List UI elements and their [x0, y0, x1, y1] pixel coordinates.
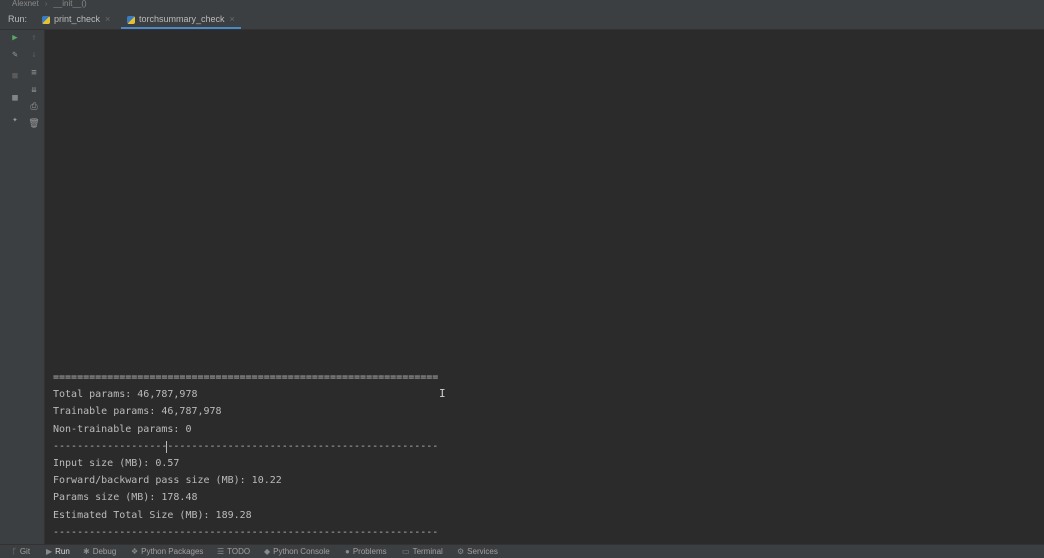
toolwindow-git[interactable]: ᚴ Git — [12, 546, 30, 557]
print-icon[interactable]: ⎙ — [28, 101, 40, 113]
run-toolbar: ▶ ↑ ✎ ↓ ■ ≡ ▦ ⇊ ⎙ ✦ 🗑 — [0, 30, 45, 544]
toolwindow-services[interactable]: ⚙ Services — [457, 546, 498, 557]
toolwindow-label: Terminal — [412, 547, 443, 556]
toolwindow-python-console[interactable]: ◆ Python Console — [264, 546, 330, 557]
pin-icon[interactable]: ✦ — [9, 114, 21, 126]
warning-icon: ● — [345, 547, 350, 556]
toolwindow-todo[interactable]: ☰ TODO — [217, 546, 250, 557]
toolwindow-problems[interactable]: ● Problems — [345, 546, 387, 557]
git-branch-icon: ᚴ — [12, 547, 17, 556]
close-icon[interactable]: × — [105, 14, 110, 24]
console-output[interactable]: ReLU-2[-1, 96, 54, 54]0MaxPool2d-3[-1, 9… — [45, 30, 1044, 544]
total-params: Total params: 46,787,978 — [53, 389, 198, 401]
toolwindow-label: Services — [467, 547, 498, 556]
summary-block: ========================================… — [53, 369, 438, 541]
toolwindow-terminal[interactable]: ▭ Terminal — [402, 546, 443, 557]
scroll-to-end-icon[interactable]: ⇊ — [28, 84, 40, 96]
wrench-icon[interactable]: ✎ — [9, 49, 21, 61]
stop-icon[interactable]: ■ — [9, 70, 21, 82]
python-file-icon — [42, 15, 50, 24]
non-trainable-params: Non-trainable params: 0 — [53, 423, 192, 435]
tab-label: torchsummary_check — [139, 14, 225, 24]
separator-dash-end: ----------------------------------------… — [53, 526, 439, 538]
run-tool-window-header: Run: print_check × torchsummary_check × — [0, 10, 1044, 30]
python-icon: ◆ — [264, 547, 271, 556]
close-icon[interactable]: × — [230, 14, 235, 24]
toolwindow-label: Problems — [352, 547, 387, 556]
bug-icon: ✱ — [83, 547, 90, 556]
trainable-params: Trainable params: 46,787,978 — [53, 406, 222, 418]
down-arrow-icon[interactable]: ↓ — [28, 49, 40, 61]
params-size: Params size (MB): 178.48 — [53, 492, 198, 504]
gear-icon: ⚙ — [457, 547, 465, 556]
tab-label: print_check — [54, 14, 101, 24]
breadcrumb-item-class[interactable]: Alexnet — [12, 0, 39, 8]
i-beam-cursor-icon: I — [439, 387, 446, 400]
separator-dash: ----------------------------------------… — [53, 440, 439, 452]
toolwindow-label: Python Packages — [141, 547, 204, 556]
forward-backward-size: Forward/backward pass size (MB): 10.22 — [53, 475, 282, 487]
tab-print-check[interactable]: print_check × — [42, 10, 110, 29]
toolwindow-debug[interactable]: ✱ Debug — [83, 546, 116, 557]
breadcrumb: Alexnet › __init__() — [0, 0, 1044, 10]
layout-icon[interactable]: ▦ — [9, 92, 21, 104]
toolwindow-label: Debug — [92, 547, 117, 556]
input-size: Input size (MB): 0.57 — [53, 457, 180, 469]
list-icon: ☰ — [217, 547, 225, 556]
python-file-icon — [127, 15, 135, 24]
estimated-total-size: Estimated Total Size (MB): 189.28 — [53, 509, 252, 521]
trash-icon[interactable]: 🗑 — [28, 118, 40, 130]
tab-torchsummary-check[interactable]: torchsummary_check × — [121, 10, 241, 29]
run-label: Run: — [8, 14, 28, 24]
tool-window-bar: ᚴ Git ▶ Run ✱ Debug ❖ Python Packages ☰ TODO ◆ Pyth… — [0, 544, 1044, 558]
run-icon[interactable]: ▶ — [9, 32, 21, 44]
soft-wrap-icon[interactable]: ≡ — [28, 67, 40, 79]
breadcrumb-separator: › — [44, 0, 48, 8]
toolwindow-python-packages[interactable]: ❖ Python Packages — [131, 546, 203, 557]
text-caret — [166, 441, 167, 453]
up-arrow-icon[interactable]: ↑ — [28, 32, 40, 44]
packages-icon: ❖ — [131, 547, 139, 556]
toolwindow-label: Run — [55, 547, 70, 556]
breadcrumb-item-method[interactable]: __init__() — [53, 0, 86, 8]
toolwindow-label: Git — [19, 547, 31, 556]
toolwindow-label: TODO — [227, 547, 251, 556]
terminal-icon: ▭ — [402, 547, 410, 556]
run-icon: ▶ — [46, 547, 53, 556]
toolwindow-label: Python Console — [273, 547, 330, 556]
separator-double: ========================================… — [53, 372, 439, 383]
toolwindow-run[interactable]: ▶ Run — [46, 546, 70, 557]
